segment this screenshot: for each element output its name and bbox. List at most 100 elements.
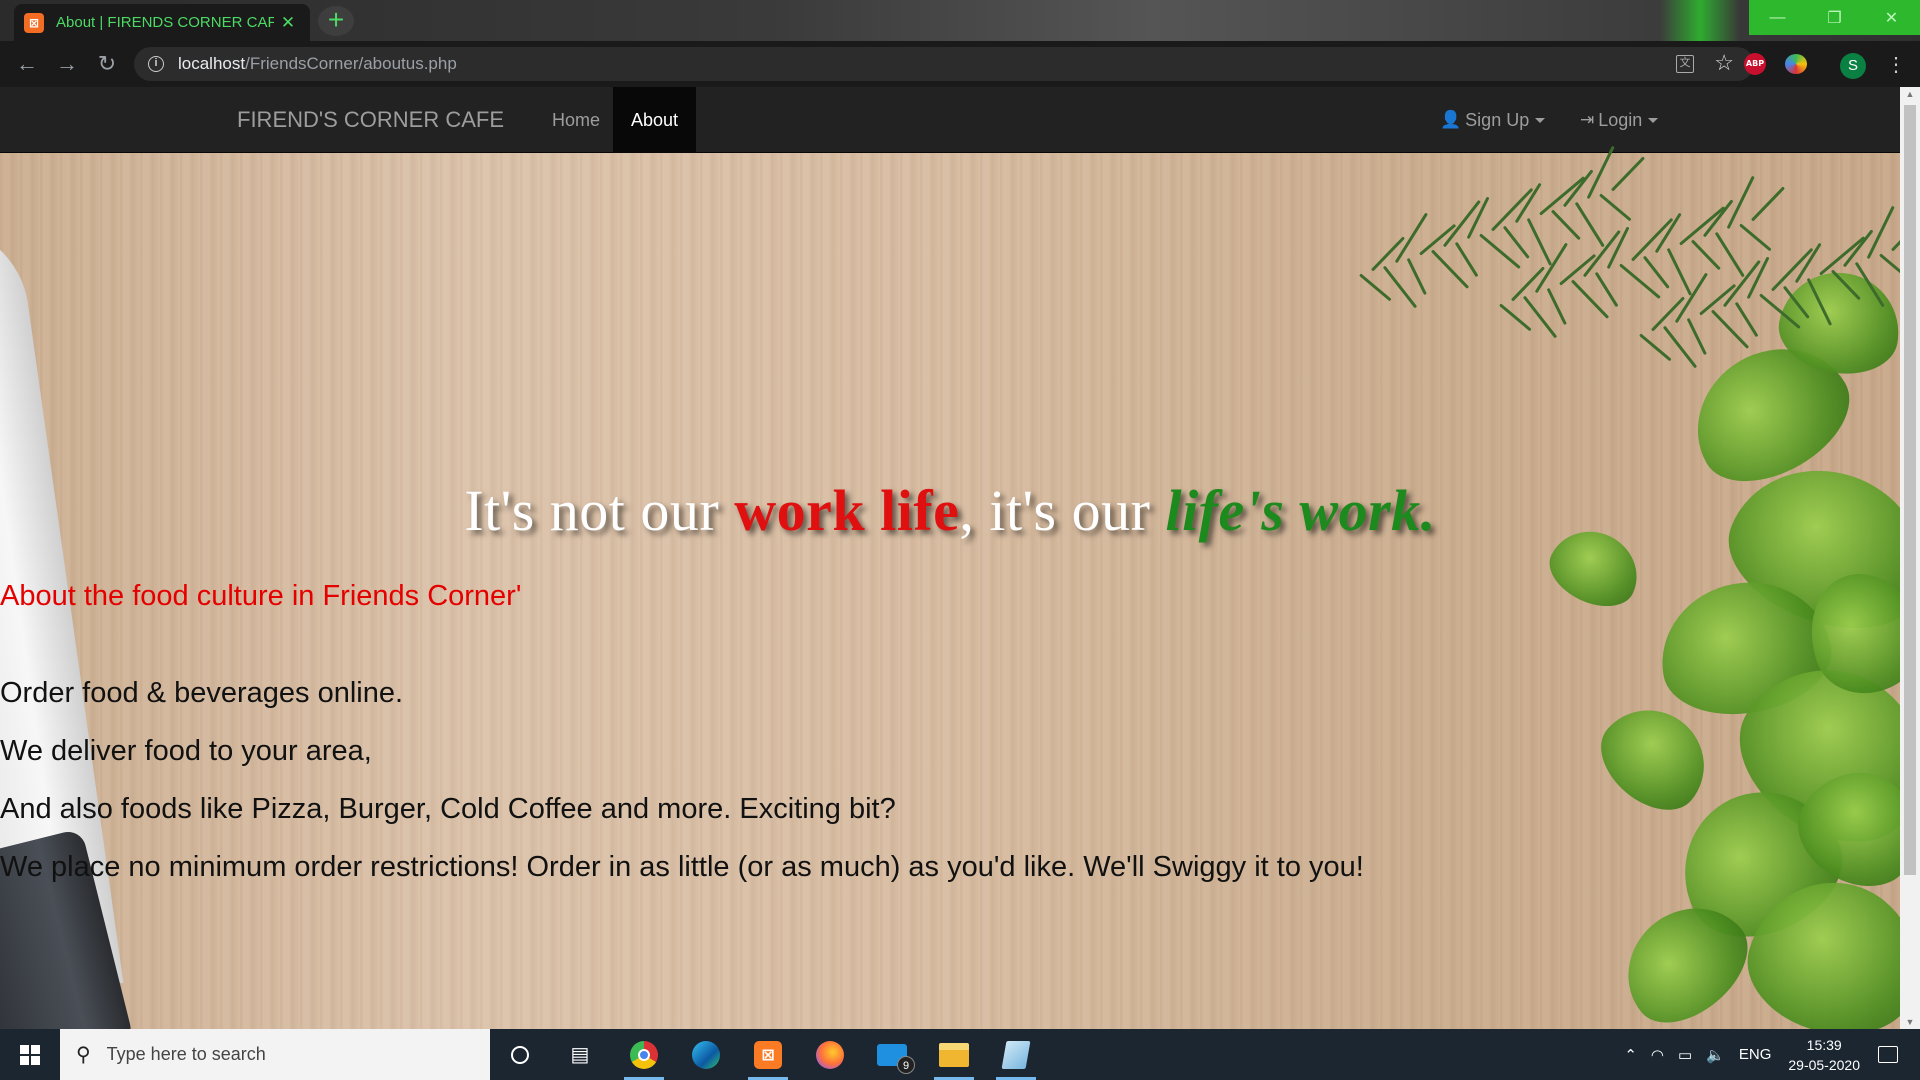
network-icon[interactable]: ◠ (1651, 1046, 1664, 1064)
nav-signup-dropdown[interactable]: 👤 Sign Up (1440, 87, 1546, 153)
scroll-thumb[interactable] (1904, 105, 1916, 875)
nav-item-about[interactable]: About (613, 87, 697, 153)
rosemary-needle-decoration (1546, 287, 1567, 326)
browser-menu-icon[interactable]: ⋮ (1886, 52, 1906, 77)
rosemary-needle-decoration (1490, 187, 1534, 232)
rosemary-needle-decoration (1499, 303, 1532, 332)
rosemary-needle-decoration (1359, 273, 1392, 302)
profile-avatar[interactable]: S (1840, 53, 1866, 79)
close-tab-icon[interactable]: ✕ (280, 13, 296, 33)
hero-headline: It's not our work life, it's our life's … (0, 477, 1900, 544)
notepad-icon[interactable] (990, 1029, 1042, 1080)
rosemary-needle-decoration (1642, 255, 1670, 289)
site-info-icon[interactable]: i (148, 56, 164, 72)
rosemary-needle-decoration (1630, 217, 1674, 262)
headline-part: It's not our (464, 478, 735, 543)
rosemary-needle-decoration (1750, 186, 1786, 222)
rosemary-needle-decoration (1686, 317, 1707, 356)
user-icon: 👤 (1440, 110, 1462, 129)
rosemary-needle-decoration (1454, 241, 1479, 278)
clock-time: 15:39 (1806, 1036, 1842, 1053)
adblock-plus-icon[interactable]: ABP (1744, 53, 1766, 75)
scroll-up-arrow-icon[interactable]: ▲ (1905, 89, 1915, 99)
headline-highlight-red: work life (734, 478, 960, 543)
window-controls: — ❐ ✕ (1749, 0, 1920, 35)
windows-taskbar: ⚲ Type here to search ▤ ⊠ 9 ⌃ ◠ ▭ 🔈 ENG … (0, 1029, 1920, 1080)
start-button[interactable] (0, 1029, 60, 1080)
system-tray: ⌃ ◠ ▭ 🔈 ENG 15:39 29-05-2020 (1617, 1029, 1920, 1080)
signup-label: Sign Up (1465, 110, 1530, 130)
headline-part: , it's our (959, 478, 1166, 543)
caret-down-icon (1648, 117, 1659, 123)
rosemary-needle-decoration (1574, 201, 1605, 248)
rosemary-needle-decoration (1739, 223, 1772, 252)
notification-icon[interactable] (1878, 1046, 1898, 1063)
nav-login-dropdown[interactable]: ⇥ Login (1580, 87, 1659, 153)
clock[interactable]: 15:39 29-05-2020 (1788, 1035, 1860, 1075)
rosemary-needle-decoration (1879, 253, 1900, 282)
login-icon: ⇥ (1580, 110, 1595, 129)
search-icon: ⚲ (76, 1044, 91, 1066)
site-brand[interactable]: FIREND'S CORNER CAFE (237, 107, 504, 133)
bookmark-star-icon[interactable]: ☆ (1714, 50, 1734, 76)
site-navbar: FIREND'S CORNER CAFE Home About 👤 Sign U… (0, 87, 1900, 153)
herbs-image (1300, 145, 1900, 1029)
clock-date: 29-05-2020 (1788, 1056, 1860, 1073)
battery-icon[interactable]: ▭ (1678, 1046, 1692, 1064)
rosemary-needle-decoration (1639, 333, 1672, 362)
caret-down-icon (1535, 117, 1546, 123)
url-text[interactable]: localhost/FriendsCorner/aboutus.php (178, 54, 457, 74)
chevron-up-icon[interactable]: ⌃ (1624, 1046, 1637, 1064)
language-indicator[interactable]: ENG (1739, 1046, 1772, 1063)
close-window-icon[interactable]: ✕ (1863, 0, 1920, 35)
task-view-icon[interactable]: ▤ (554, 1029, 606, 1080)
edge-icon[interactable] (680, 1029, 732, 1080)
tab-title: About | FIRENDS CORNER CAFE (56, 14, 274, 31)
mail-badge: 9 (897, 1055, 915, 1074)
back-arrow-icon[interactable]: ← (12, 49, 42, 79)
rosemary-needle-decoration (1406, 257, 1427, 296)
scroll-down-arrow-icon[interactable]: ▼ (1905, 1017, 1915, 1027)
extension-icon[interactable] (1785, 54, 1807, 74)
rosemary-needle-decoration (1610, 156, 1646, 192)
rosemary-needle-decoration (1550, 209, 1581, 241)
cortana-icon[interactable] (494, 1029, 546, 1080)
login-label: Login (1598, 110, 1643, 130)
volume-icon[interactable]: 🔈 (1706, 1046, 1725, 1064)
windows-logo-icon (20, 1044, 40, 1065)
rosemary-needle-decoration (1666, 247, 1693, 296)
about-line: We place no minimum order restrictions! … (0, 851, 1364, 883)
file-explorer-icon[interactable] (928, 1029, 980, 1080)
translate-icon[interactable]: 文 (1676, 55, 1694, 73)
rosemary-needle-decoration (1526, 217, 1553, 266)
firefox-icon[interactable] (804, 1029, 856, 1080)
xampp-icon[interactable]: ⊠ (742, 1029, 794, 1080)
headline-period: . (1420, 478, 1436, 543)
page-scrollbar[interactable]: ▲ ▼ (1900, 87, 1920, 1029)
rosemary-needle-decoration (1690, 239, 1721, 271)
search-placeholder: Type here to search (106, 1044, 266, 1064)
rosemary-needle-decoration (1502, 225, 1530, 259)
forward-arrow-icon[interactable]: → (52, 49, 82, 79)
about-line: Order food & beverages online. (0, 677, 404, 709)
about-line: We deliver food to your area, (0, 735, 372, 767)
chrome-icon[interactable] (618, 1029, 670, 1080)
browser-titlebar: ⊠ About | FIRENDS CORNER CAFE ✕ + — ❐ ✕ (0, 0, 1920, 41)
browser-tab-active[interactable]: ⊠ About | FIRENDS CORNER CAFE ✕ (14, 4, 310, 41)
url-host: localhost (178, 54, 246, 73)
about-line: And also foods like Pizza, Burger, Cold … (0, 793, 896, 825)
minimize-icon[interactable]: — (1749, 0, 1806, 35)
rosemary-needle-decoration (1599, 193, 1632, 222)
browser-toolbar: ← → ↻ i localhost/FriendsCorner/aboutus.… (0, 41, 1920, 87)
taskbar-search-box[interactable]: ⚲ Type here to search (60, 1029, 490, 1080)
new-tab-button[interactable]: + (318, 6, 354, 36)
rosemary-needle-decoration (1594, 271, 1619, 308)
headline-highlight-green: life's work (1165, 478, 1421, 543)
reload-icon[interactable]: ↻ (92, 49, 122, 79)
nav-item-home[interactable]: Home (532, 87, 620, 153)
restore-icon[interactable]: ❐ (1806, 0, 1863, 35)
mail-icon[interactable]: 9 (866, 1029, 918, 1080)
address-bar[interactable]: i localhost/FriendsCorner/aboutus.php 文 … (134, 47, 1754, 81)
about-heading: About the food culture in Friends Corner… (0, 580, 522, 612)
rosemary-needle-decoration (1890, 216, 1900, 252)
